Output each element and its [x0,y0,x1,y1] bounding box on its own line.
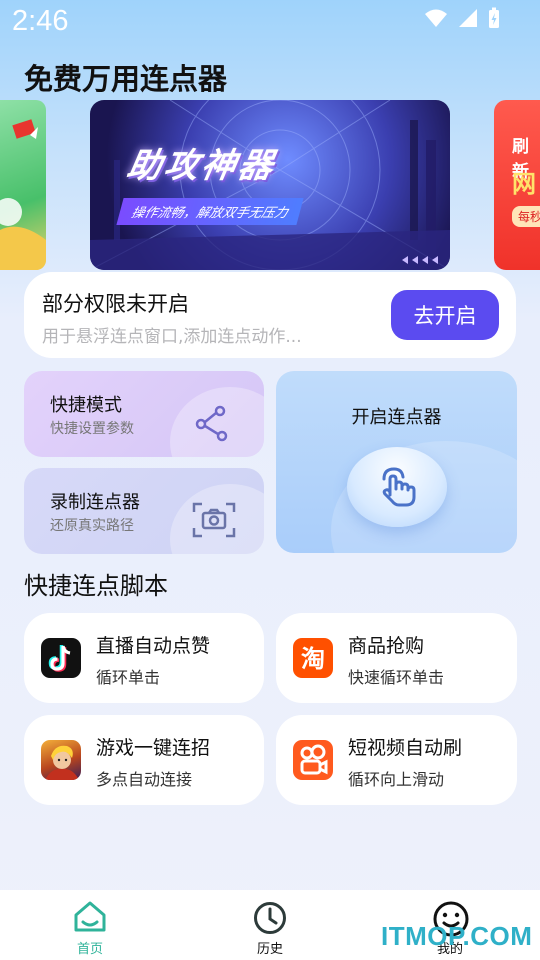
script-sub: 循环单击 [96,668,161,687]
kuaishou-icon [293,740,333,780]
record-clicker-title: 录制连点器 [50,492,140,513]
watermark-text: ITMOP.COM [381,921,533,951]
script-card-game-combo[interactable]: 游戏一键连招 多点自动连接 [24,715,264,805]
script-title: 直播自动点赞 [96,635,211,657]
banner-headline: 助攻神器 [123,146,279,186]
banner-next-text3: 每秒 [512,206,540,227]
start-clicker-card[interactable]: 开启连点器 [276,371,517,553]
start-clicker-title: 开启连点器 [351,407,442,428]
connect-nodes-icon [195,405,228,442]
camera-scan-icon [192,502,236,538]
script-title: 游戏一键连招 [96,737,211,759]
quick-mode-card[interactable]: 快捷模式 快捷设置参数 [24,371,264,457]
game-hero-icon [41,740,81,780]
script-sub: 循环向上滑动 [348,770,445,789]
script-sub: 多点自动连接 [96,770,193,789]
banner-subline: 操作流畅，解放双手无压力 [116,198,304,225]
tap-hand-icon [382,467,416,507]
tab-home[interactable]: 首页 [50,896,130,957]
taobao-icon: 淘 [293,638,333,678]
tab-history-label: 历史 [256,942,283,957]
clock-icon [254,902,286,934]
battery-icon [489,7,499,28]
scripts-heading: 快捷连点脚本 [24,572,168,600]
home-icon [74,901,106,932]
record-clicker-card[interactable]: 录制连点器 还原真实路径 [24,468,264,554]
permission-title: 部分权限未开启 [42,292,189,316]
script-card-short-video[interactable]: 短视频自动刷 循环向上滑动 [276,715,517,805]
start-clicker-button[interactable] [347,447,447,527]
tab-history[interactable]: 历史 [230,896,310,957]
record-clicker-sub: 还原真实路径 [50,518,134,534]
banner-main[interactable]: 助攻神器 操作流畅，解放双手无压力 [90,100,450,270]
quick-mode-sub: 快捷设置参数 [50,421,134,437]
status-bar: 2:46 [0,0,540,48]
banner-prev-card[interactable] [0,100,46,270]
permission-card: 部分权限未开启 用于悬浮连点窗口,添加连点动作... 去开启 [24,272,516,358]
script-title: 商品抢购 [348,635,425,657]
banner-next-card[interactable]: 刷新 网 每秒 [494,100,540,270]
svg-text:淘: 淘 [301,645,325,673]
tab-home-label: 首页 [76,942,103,957]
enable-permission-button[interactable]: 去开启 [391,290,499,340]
script-card-flash-buy[interactable]: 淘 商品抢购 快速循环单击 [276,613,517,703]
script-title: 短视频自动刷 [348,737,463,759]
cell-signal-icon [459,9,477,27]
wifi-icon [425,9,447,27]
tiktok-icon [41,638,81,678]
status-icons [424,7,500,29]
banner-next-text2: 网 [512,170,536,198]
permission-desc: 用于悬浮连点窗口,添加连点动作... [42,327,302,347]
script-card-live-like[interactable]: 直播自动点赞 循环单击 [24,613,264,703]
status-time: 2:46 [12,5,69,37]
script-sub: 快速循环单击 [348,668,445,687]
quick-mode-title: 快捷模式 [50,395,122,416]
app-title: 免费万用连点器 [24,62,228,96]
